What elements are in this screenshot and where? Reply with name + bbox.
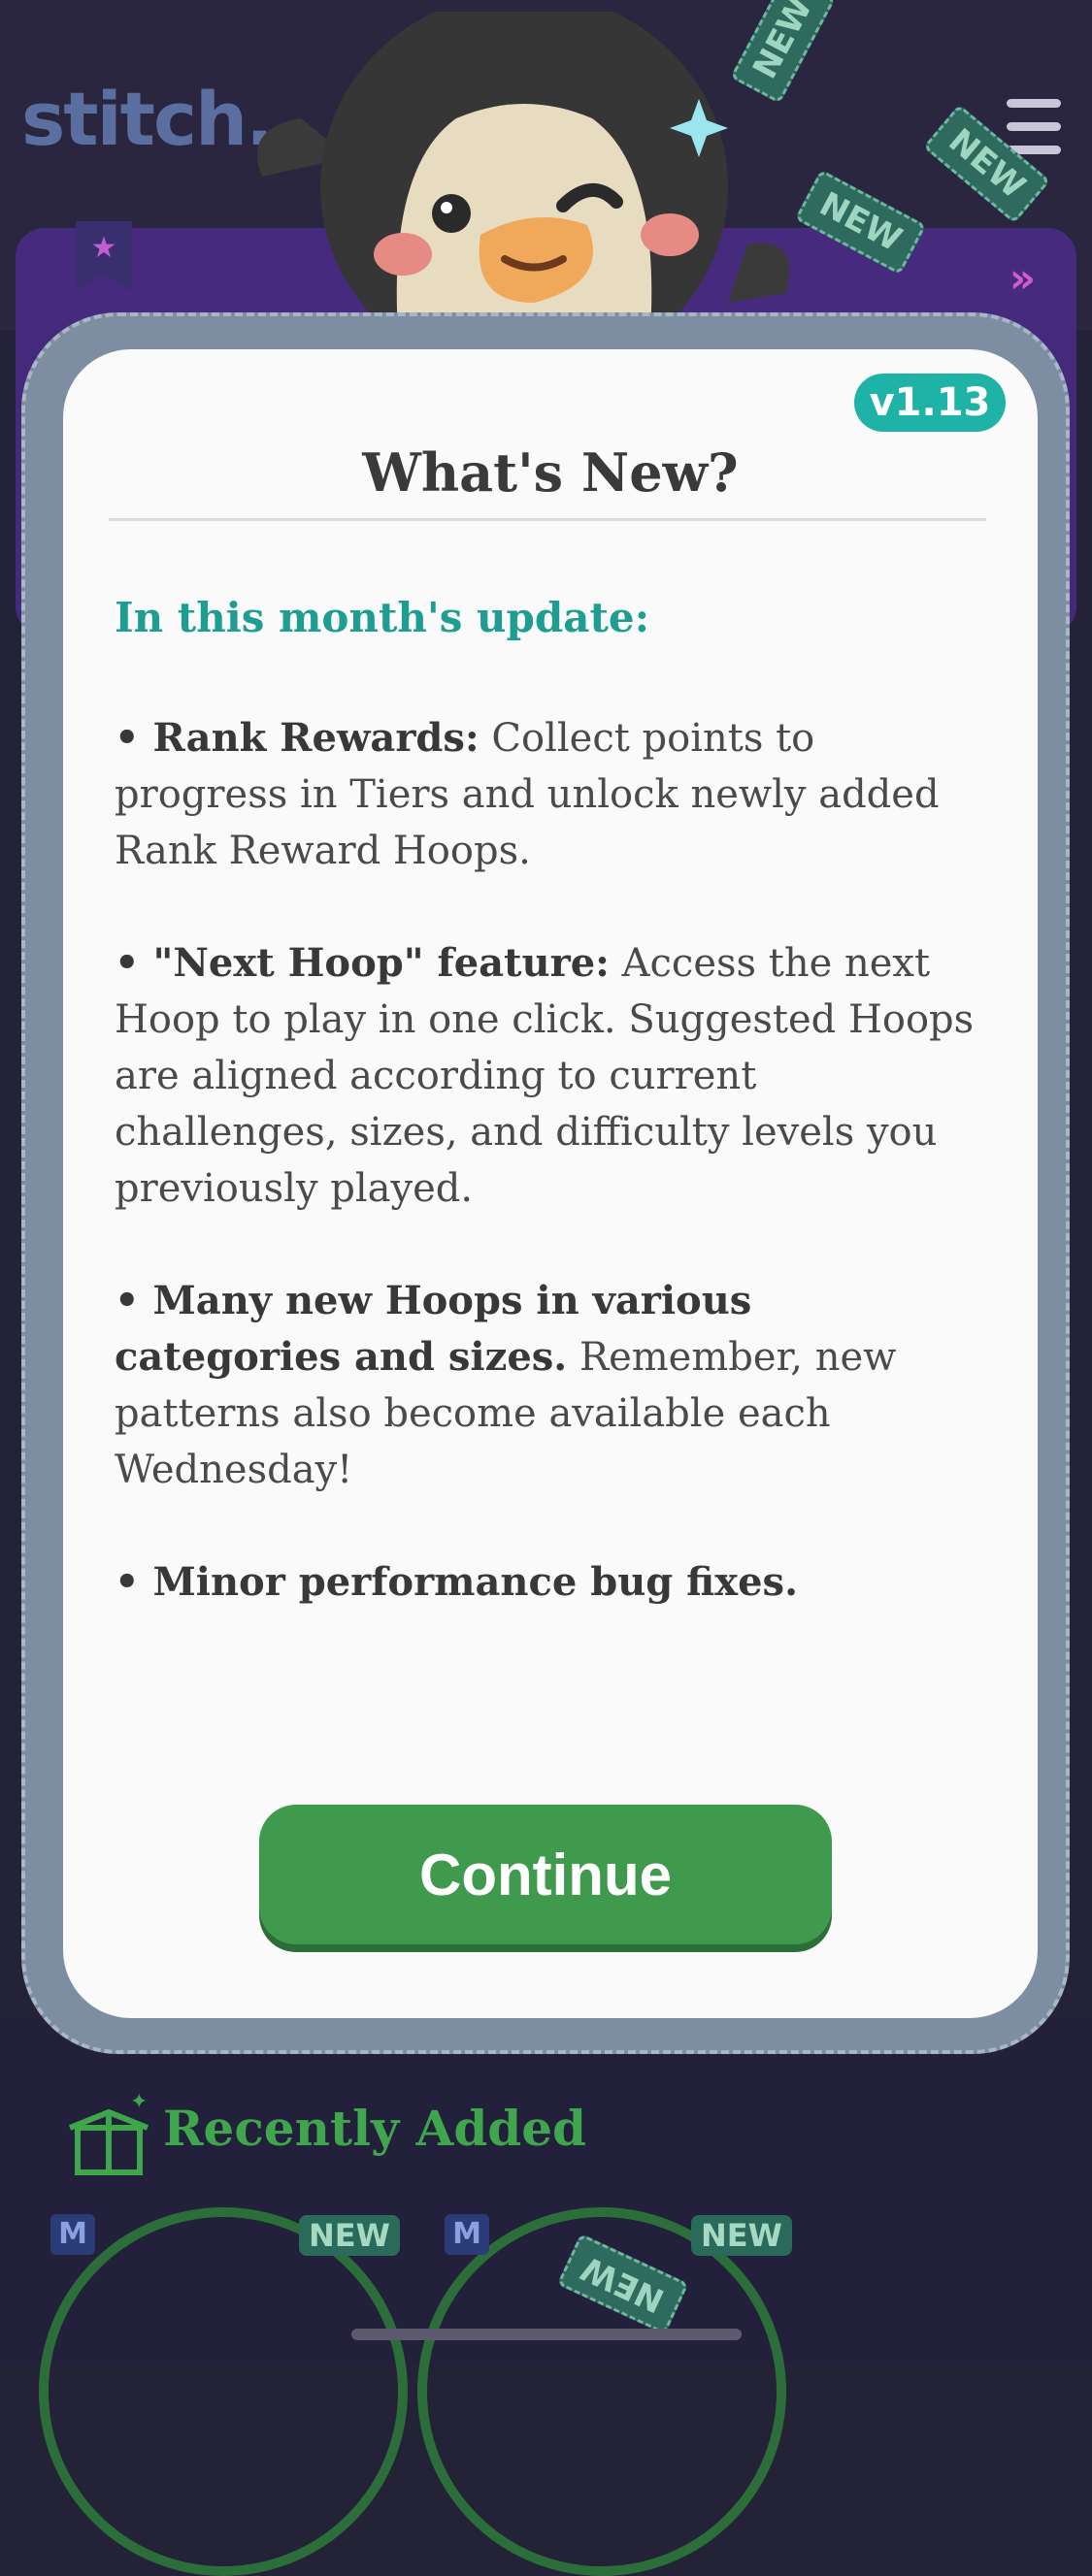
release-note-new-hoops: • Many new Hoops in various categories a… [115, 1278, 897, 1492]
hoop-new-label: NEW [691, 2215, 792, 2256]
version-badge: v1.13 [854, 374, 1006, 432]
hoop-new-label: NEW [299, 2215, 400, 2256]
svg-text:✦: ✦ [130, 2091, 148, 2114]
title-divider [109, 518, 986, 521]
chevron-right-icon[interactable]: » [1009, 254, 1036, 302]
hoop-badge: M [445, 2214, 489, 2255]
hoop-card[interactable] [39, 2207, 408, 2576]
continue-button[interactable]: Continue [259, 1805, 832, 1944]
gift-box-icon: ✦ [68, 2091, 149, 2175]
hoop-badge: M [50, 2214, 95, 2255]
dialog-title: What's New? [362, 441, 739, 504]
release-note-rank-rewards: • Rank Rewards: Collect points to progre… [115, 715, 940, 873]
release-notes: • Rank Rewards: Collect points to progre… [115, 710, 988, 1667]
home-indicator[interactable] [351, 2329, 742, 2340]
release-note-next-hoop: • "Next Hoop" feature: Access the next H… [115, 940, 975, 1211]
penguin-mascot-icon [257, 12, 790, 361]
recently-added-title: Recently Added [163, 2100, 587, 2157]
app-logo: stitch. [21, 76, 274, 162]
release-note-bug-fixes: • Minor performance bug fixes. [115, 1559, 799, 1605]
section-heading: In this month's update: [115, 594, 650, 641]
